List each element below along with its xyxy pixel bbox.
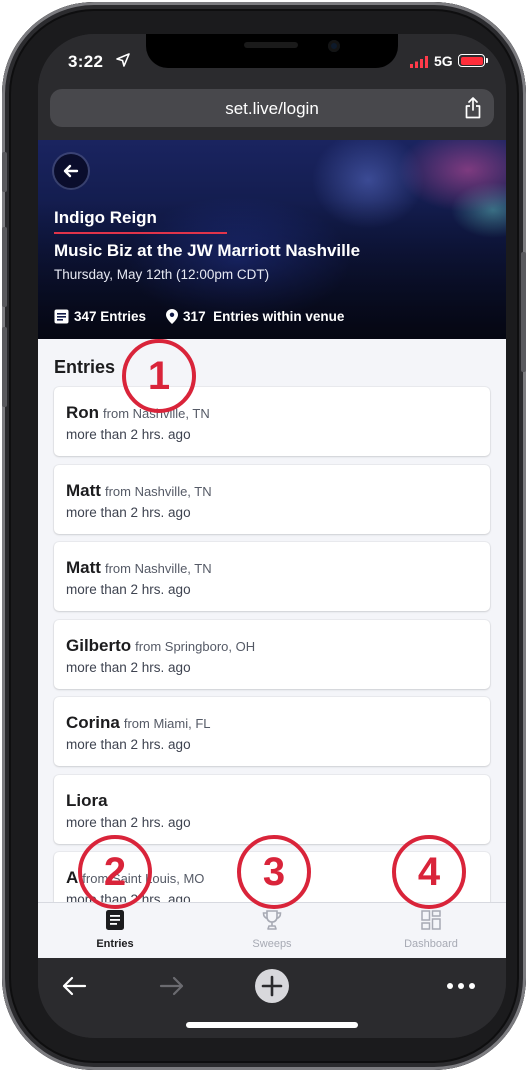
volume-down-button [2, 327, 7, 407]
entry-location: from Nashville, TN [104, 483, 212, 499]
entries-heading: Entries [54, 357, 116, 377]
entries-panel: Entries Ron from Nashville, TN more than 2… [38, 339, 506, 902]
entry-name: Matt [66, 558, 101, 577]
artist-name: Indigo Reign [54, 208, 157, 227]
mute-switch [2, 152, 7, 192]
battery-icon [458, 54, 488, 67]
entry-name: Matt [66, 480, 101, 500]
entry-location: from Nashville, TN [104, 561, 212, 576]
new-tab-plus-icon[interactable] [254, 968, 290, 1004]
home-indicator[interactable] [186, 1022, 358, 1028]
signal-icon [410, 56, 428, 68]
entry-time: more than 2 hrs. ago [66, 737, 191, 752]
tab-entries[interactable]: Entries [60, 909, 170, 950]
tab-dashboard-label: Dashboard [404, 938, 458, 950]
entry-card[interactable]: Gilberto from Springboro, OH more than 2 h… [54, 619, 490, 689]
front-camera [328, 40, 340, 52]
tab-dashboard[interactable]: Dashboard [376, 909, 486, 950]
entry-time: more than 2 hrs. ago [66, 582, 191, 597]
arrow-left-icon [63, 164, 79, 178]
entries-doc-icon [54, 309, 69, 324]
entry-card[interactable]: Matt from Nashville, TN more than 2 hrs. a… [54, 542, 490, 611]
entry-card[interactable]: Matt from Nashville, TN more than 2 hrs. a… [54, 464, 490, 534]
entries-count: 347 Entries [74, 309, 147, 324]
artist-underline [54, 232, 227, 234]
entry-location: from Miami, FL [123, 716, 211, 731]
callout-marker-1: 1 [122, 339, 196, 413]
dashboard-icon [421, 910, 441, 930]
entry-name: A [66, 868, 79, 887]
event-hero: Indigo Reign Music Biz at the JW Marriot… [38, 140, 506, 339]
tab-sweeps[interactable]: Sweeps [217, 909, 327, 950]
event-stats: 347 Entries 317 Entries within venue [54, 309, 344, 324]
browser-address-row: set.live/login [38, 84, 506, 142]
browser-forward-icon[interactable] [158, 974, 186, 998]
callout-marker-2: 2 [78, 835, 152, 909]
browser-back-icon[interactable] [60, 974, 88, 998]
event-date: Thursday, May 12th (12:00pm CDT) [54, 267, 270, 282]
location-arrow-icon [116, 53, 130, 67]
tab-sweeps-label: Sweeps [252, 938, 292, 950]
callout-marker-3: 3 [237, 835, 311, 909]
share-icon[interactable] [464, 97, 482, 119]
address-bar[interactable]: set.live/login [50, 89, 494, 127]
back-button[interactable] [54, 154, 88, 188]
callout-marker-4: 4 [392, 835, 466, 909]
entry-time: more than 2 hrs. ago [66, 814, 191, 830]
entry-name: Liora [66, 790, 108, 810]
entry-time: more than 2 hrs. ago [66, 504, 191, 520]
entry-card[interactable]: Liora more than 2 hrs. ago [54, 774, 490, 844]
speaker-grille [244, 42, 298, 48]
volume-up-button [2, 227, 7, 307]
more-options-icon[interactable] [446, 982, 476, 990]
tab-entries-label: Entries [96, 938, 134, 950]
entry-card[interactable]: Ron from Nashville, TN more than 2 hrs. ag… [54, 387, 490, 456]
location-pin-icon [166, 309, 179, 324]
notch [146, 34, 398, 68]
status-time: 3:22 [68, 52, 104, 71]
venue-entries: 317 Entries within venue [183, 309, 345, 324]
entry-location: from Springboro, OH [135, 638, 256, 654]
entry-name: Corina [66, 713, 120, 732]
phone-screen: 3:22 5G set.live/login Indigo Reign Musi… [38, 34, 506, 1038]
url-text[interactable]: set.live/login [50, 99, 494, 119]
trophy-icon [262, 910, 282, 930]
bottom-tab-bar: Entries Sweeps Dashboard [38, 902, 506, 958]
power-button [521, 252, 526, 372]
browser-toolbar [38, 958, 506, 1038]
entry-name: Ron [66, 403, 100, 422]
event-title: Music Biz at the JW Marriott Nashville [54, 241, 361, 260]
entry-time: more than 2 hrs. ago [66, 659, 191, 675]
entry-card[interactable]: Corina from Miami, FL more than 2 hrs. ago [54, 697, 490, 766]
entry-time: more than 2 hrs. ago [66, 427, 191, 442]
network-type: 5G [434, 53, 453, 69]
entry-name: Gilberto [66, 635, 132, 655]
status-bar: 3:22 5G [38, 34, 506, 84]
entries-icon [106, 910, 124, 930]
